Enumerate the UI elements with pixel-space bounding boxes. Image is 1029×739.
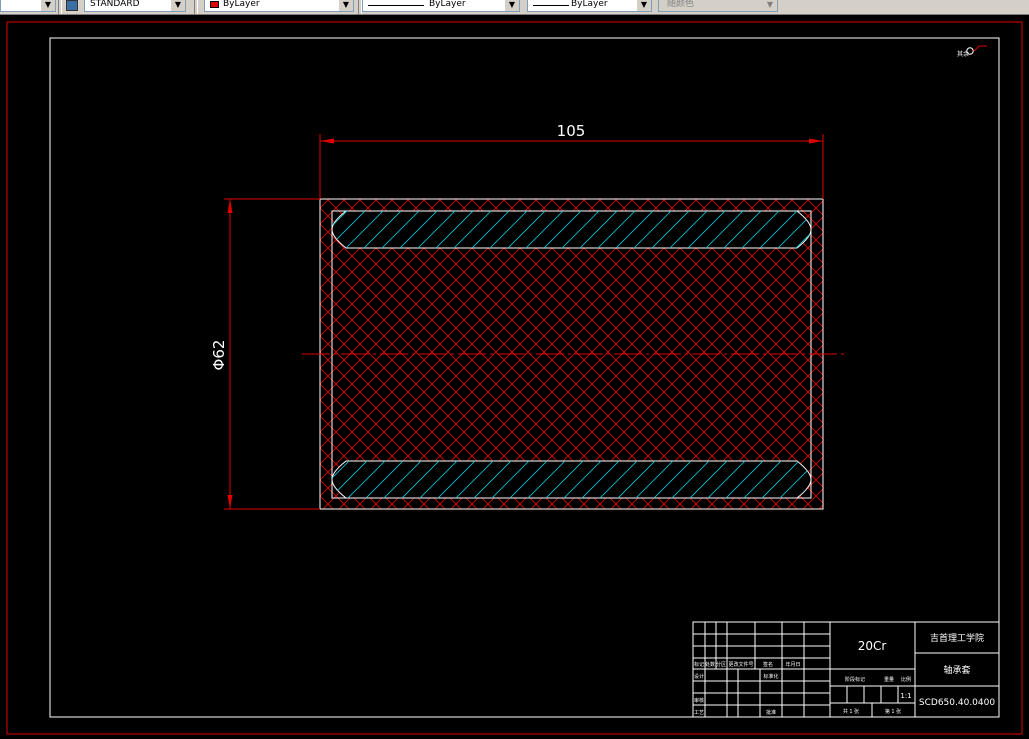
material-text: 20Cr <box>858 639 887 653</box>
linetype-value: ByLayer <box>429 0 466 9</box>
rev-header-sign: 签名 <box>763 661 773 668</box>
surface-roughness-symbol: 其余 <box>957 45 987 58</box>
arrow-up-icon <box>227 199 233 213</box>
plot-style-combo[interactable]: 随颜色 ▼ <box>658 0 778 12</box>
upper-hatched-fill <box>332 211 811 248</box>
role-reviewer: 审核 <box>694 697 704 704</box>
length-dimension: 105 <box>319 122 824 199</box>
chevron-down-icon[interactable]: ▼ <box>505 0 519 11</box>
chevron-down-icon[interactable]: ▼ <box>41 0 55 11</box>
color-combo[interactable]: ByLayer ▼ <box>204 0 354 12</box>
school-name: 吉首理工学院 <box>930 632 984 644</box>
chevron-down-icon[interactable]: ▼ <box>637 0 651 11</box>
toolbar-separator <box>194 0 198 14</box>
text-style-icon[interactable] <box>66 0 78 11</box>
text-style-combo[interactable]: STANDARD ▼ <box>84 0 186 12</box>
length-dim-text: 105 <box>557 122 586 140</box>
arrow-left-icon <box>320 138 334 144</box>
scale-value: 1:1 <box>900 692 911 700</box>
drawing-canvas[interactable]: 其余 105 Φ62 20Cr 吉首理工学院 轴承套 SCD650.40.040… <box>0 15 1029 739</box>
rev-header-docno: 更改文件号 <box>728 661 753 668</box>
stage-mark-label: 阶段标记 <box>845 676 865 683</box>
rev-header-date: 年月日 <box>785 661 800 668</box>
arrow-down-icon <box>227 495 233 509</box>
color-swatch-icon <box>210 1 219 8</box>
lower-hatched-fill <box>332 461 811 498</box>
rev-header-mark: 标记 <box>694 661 704 668</box>
text-style-value: STANDARD <box>90 0 140 9</box>
roughness-tick-icon <box>973 45 987 52</box>
role-process: 工艺 <box>694 710 704 716</box>
properties-toolbar: ▼ STANDARD ▼ ByLayer ▼ ByLayer ▼ ByLayer… <box>0 0 1029 15</box>
role-designer: 设计 <box>694 673 704 680</box>
chevron-down-icon[interactable]: ▼ <box>339 0 353 11</box>
lineweight-preview-icon <box>533 5 569 6</box>
chevron-down-icon[interactable]: ▼ <box>171 0 185 11</box>
drawing-number: SCD650.40.0400 <box>919 698 995 708</box>
scale-label: 比例 <box>901 676 911 683</box>
plot-style-value: 随颜色 <box>667 0 695 9</box>
diameter-dim-text: Φ62 <box>210 340 228 371</box>
linetype-preview-icon <box>368 5 424 6</box>
lineweight-combo[interactable]: ByLayer ▼ <box>527 0 652 12</box>
sheet-total: 共 1 张 <box>843 708 859 715</box>
rev-header-zone: 分区 <box>716 661 726 668</box>
linetype-combo[interactable]: ByLayer ▼ <box>362 0 520 12</box>
arrow-right-icon <box>809 138 823 144</box>
col-standardization: 标准化 <box>763 673 778 680</box>
part-name: 轴承套 <box>943 664 970 676</box>
toolbar-separator <box>58 0 62 14</box>
col-approval: 批准 <box>766 709 776 716</box>
combo-left-partial[interactable]: ▼ <box>0 0 56 12</box>
part-section-view <box>302 198 845 510</box>
lineweight-value: ByLayer <box>571 0 608 9</box>
chevron-down-icon[interactable]: ▼ <box>763 0 777 11</box>
color-value: ByLayer <box>223 0 260 9</box>
rev-header-count: 处数 <box>705 661 715 668</box>
weight-label: 重量 <box>884 676 894 683</box>
sheet-current: 第 1 张 <box>885 708 901 715</box>
